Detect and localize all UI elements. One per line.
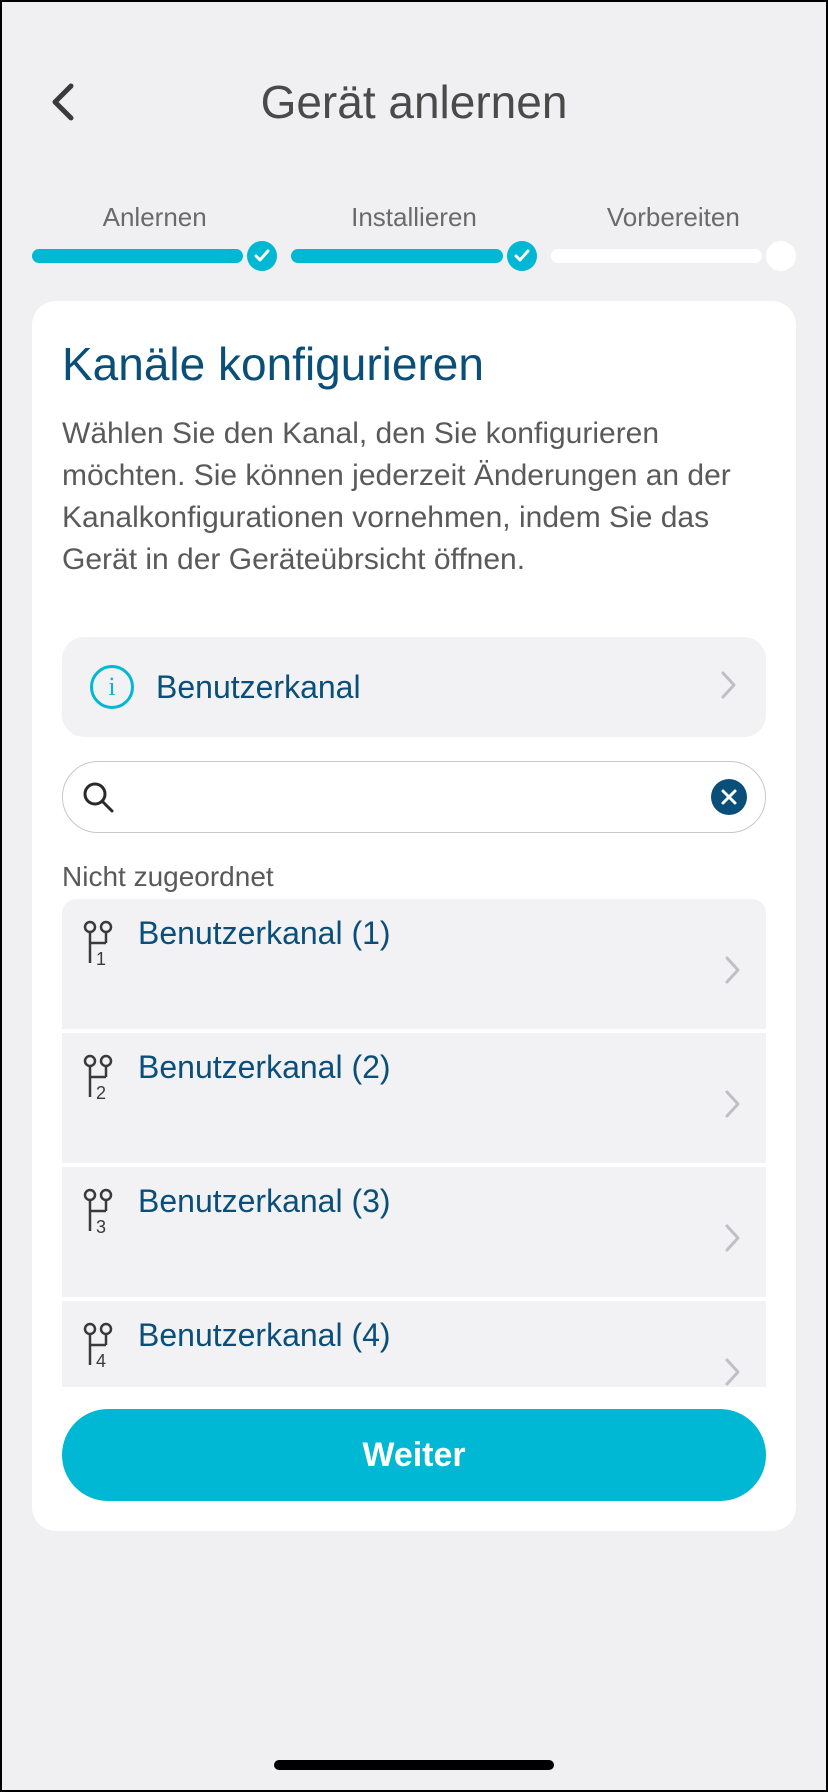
step-vorbereiten: Vorbereiten — [551, 202, 796, 271]
channel-item[interactable]: 1 Benutzerkanal (1) — [62, 899, 766, 1029]
step-label: Anlernen — [103, 202, 207, 233]
page-title: Gerät anlernen — [42, 75, 786, 129]
step-check-icon — [247, 241, 277, 271]
info-icon: i — [90, 665, 134, 709]
section-label: Nicht zugeordnet — [62, 861, 766, 893]
step-installieren: Installieren — [291, 202, 536, 271]
step-check-icon — [507, 241, 537, 271]
step-label: Installieren — [351, 202, 477, 233]
chevron-right-icon — [724, 1089, 742, 1124]
channel-icon: 2 — [80, 1053, 120, 1103]
chevron-right-icon — [724, 1223, 742, 1258]
home-indicator — [274, 1760, 554, 1770]
channel-label: Benutzerkanal (1) — [138, 915, 724, 952]
channel-item[interactable]: 2 Benutzerkanal (2) — [62, 1033, 766, 1163]
main-card: Kanäle konfigurieren Wählen Sie den Kana… — [32, 301, 796, 1531]
info-benutzerkanal[interactable]: i Benutzerkanal — [62, 637, 766, 737]
step-bar — [32, 249, 243, 263]
svg-text:2: 2 — [96, 1083, 106, 1103]
channel-item[interactable]: 3 Benutzerkanal (3) — [62, 1167, 766, 1297]
clear-search-button[interactable] — [711, 779, 747, 815]
close-icon — [720, 788, 738, 806]
stepper: Anlernen Installieren Vorbereiten — [2, 202, 826, 281]
channel-label: Benutzerkanal (4) — [138, 1317, 724, 1354]
svg-text:4: 4 — [96, 1351, 106, 1371]
channel-label: Benutzerkanal (3) — [138, 1183, 724, 1220]
svg-text:1: 1 — [96, 949, 106, 969]
search-icon — [81, 780, 115, 814]
chevron-right-icon — [720, 670, 738, 705]
search-field[interactable] — [62, 761, 766, 833]
step-bar — [551, 249, 762, 263]
channel-icon: 3 — [80, 1187, 120, 1237]
step-bar — [291, 249, 502, 263]
svg-text:3: 3 — [96, 1217, 106, 1237]
channel-list: 1 Benutzerkanal (1) 2 Benutzerkanal (2) — [62, 899, 766, 1387]
info-label: Benutzerkanal — [156, 669, 720, 706]
step-label: Vorbereiten — [607, 202, 740, 233]
channel-icon: 4 — [80, 1321, 120, 1371]
card-title: Kanäle konfigurieren — [62, 337, 766, 391]
chevron-right-icon — [724, 1357, 742, 1388]
search-input[interactable] — [129, 781, 697, 813]
channel-item[interactable]: 4 Benutzerkanal (4) — [62, 1301, 766, 1387]
card-description: Wählen Sie den Kanal, den Sie konfigurie… — [62, 413, 766, 581]
channel-label: Benutzerkanal (2) — [138, 1049, 724, 1086]
chevron-right-icon — [724, 955, 742, 990]
step-anlernen: Anlernen — [32, 202, 277, 271]
step-dot — [766, 241, 796, 271]
continue-button[interactable]: Weiter — [62, 1409, 766, 1501]
channel-icon: 1 — [80, 919, 120, 969]
